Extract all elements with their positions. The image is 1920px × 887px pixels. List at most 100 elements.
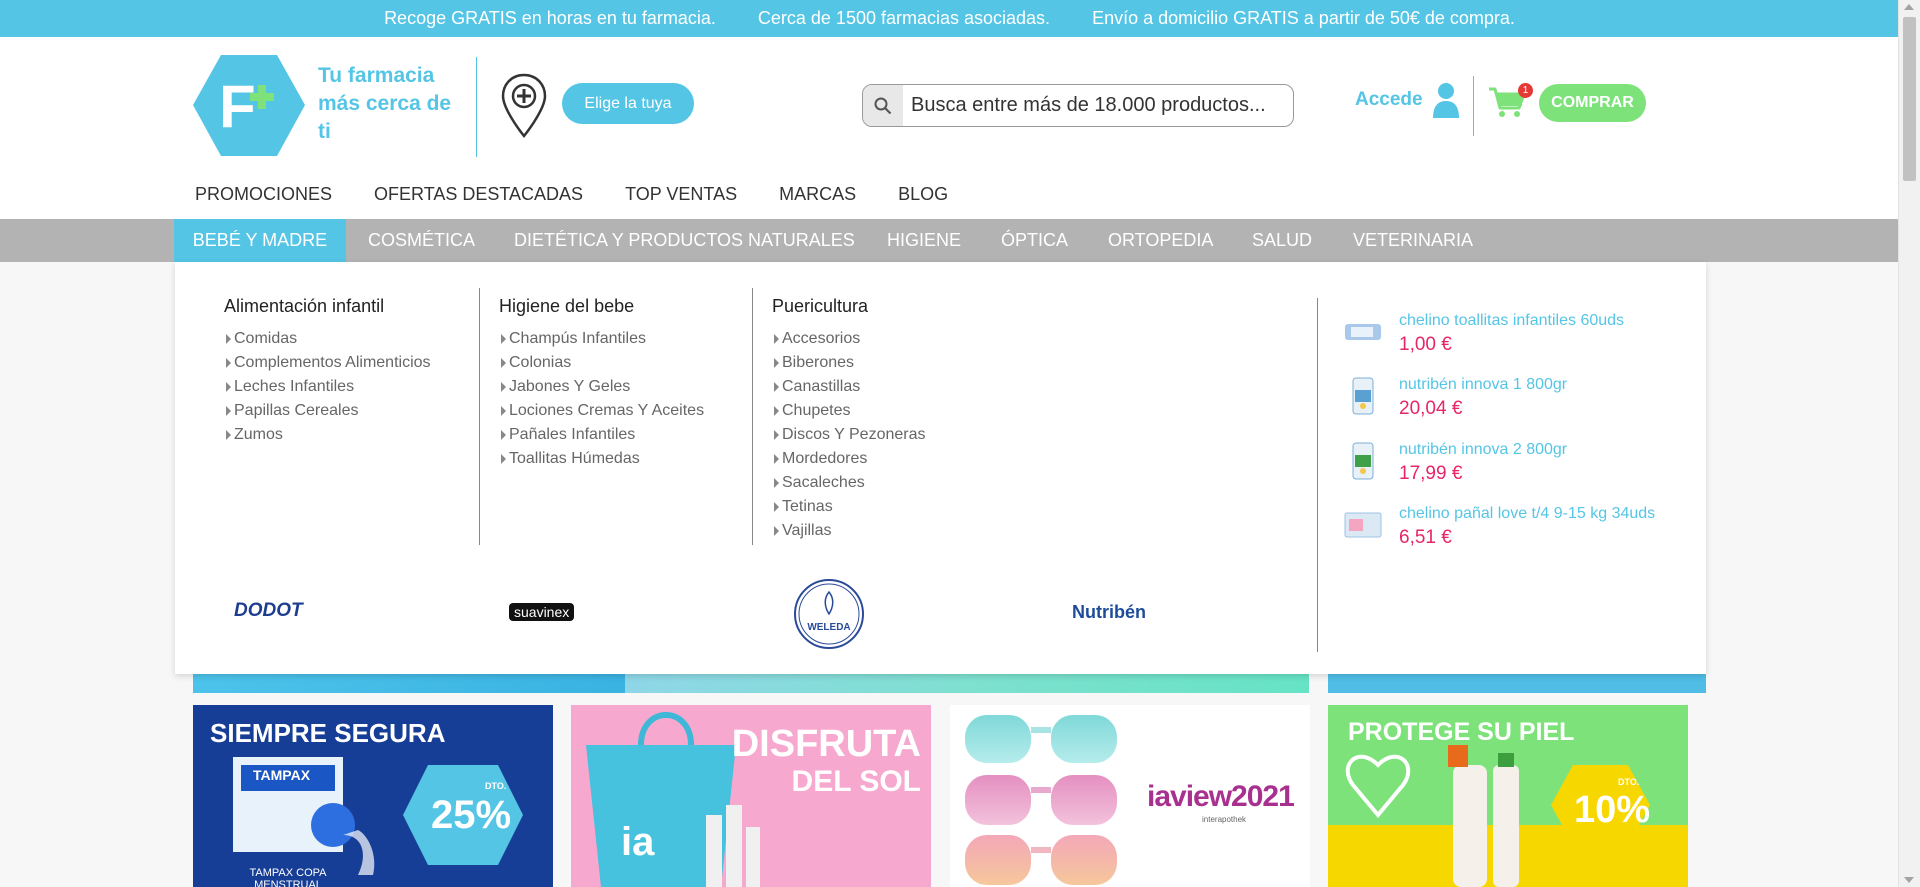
product-thumbnail[interactable] [1343, 505, 1383, 545]
location-pin-icon[interactable] [500, 72, 548, 140]
cart-count-badge: 1 [1518, 83, 1533, 98]
nav-item-top-ventas[interactable]: TOP VENTAS [625, 184, 737, 205]
logo[interactable]: F [193, 55, 305, 156]
submenu-item[interactable]: Jabones Y Geles [499, 375, 704, 399]
submenu-title[interactable]: Higiene del bebe [499, 296, 704, 317]
primary-nav: PROMOCIONES OFERTAS DESTACADAS TOP VENTA… [195, 184, 948, 205]
submenu-title[interactable]: Alimentación infantil [224, 296, 431, 317]
column-divider [479, 288, 480, 545]
scroll-up-arrow-icon[interactable] [1904, 4, 1914, 10]
category-veterinaria[interactable]: VETERINARIA [1353, 219, 1473, 262]
card-discount-label: DTO. [485, 781, 507, 791]
submenu-item[interactable]: Comidas [224, 327, 431, 351]
product-thumbnail[interactable] [1343, 376, 1383, 416]
card-subtitle: DEL SOL [791, 765, 921, 798]
weleda-text: WELEDA [807, 622, 850, 633]
card-discount-label: DTO. [1618, 777, 1640, 787]
product-thumbnail[interactable] [1343, 312, 1383, 352]
submenu-item[interactable]: Complementos Alimenticios [224, 351, 431, 375]
submenu-title[interactable]: Puericultura [772, 296, 925, 317]
submenu-item[interactable]: Tetinas [772, 495, 925, 519]
card-brand-label: TAMPAX [253, 767, 311, 783]
submenu-item[interactable]: Vajillas [772, 519, 925, 543]
card-title: PROTEGE SU PIEL [1348, 718, 1575, 746]
tagline: Tu farmacia más cerca de ti [318, 64, 452, 143]
scroll-down-arrow-icon[interactable] [1904, 877, 1914, 883]
choose-pharmacy-button[interactable]: Elige la tuya [562, 83, 694, 124]
submenu-item[interactable]: Biberones [772, 351, 925, 375]
nav-item-marcas[interactable]: MARCAS [779, 184, 856, 205]
category-salud[interactable]: SALUD [1252, 219, 1312, 262]
promo-card-iaview[interactable]: iaview2021 interapothek [950, 705, 1310, 887]
promo-card-tampax[interactable]: SIEMPRE SEGURA TAMPAX DTO. 25% TAMPAX CO… [193, 705, 553, 887]
submenu-item[interactable]: Colonias [499, 351, 704, 375]
category-dietetica[interactable]: DIETÉTICA Y PRODUCTOS NATURALES [514, 219, 855, 262]
product-price: 20,04 € [1399, 398, 1463, 419]
search-input[interactable] [903, 85, 1293, 126]
category-bebe-y-madre[interactable]: BEBÉ Y MADRE [174, 219, 346, 262]
submenu-item[interactable]: Accesorios [772, 327, 925, 351]
header-divider-right [1473, 76, 1474, 136]
nav-item-blog[interactable]: BLOG [898, 184, 948, 205]
submenu-item[interactable]: Champús Infantiles [499, 327, 704, 351]
category-optica[interactable]: ÓPTICA [1001, 219, 1068, 262]
product-price: 17,99 € [1399, 463, 1463, 484]
brand-logo-weleda[interactable]: WELEDA [793, 578, 865, 650]
header-divider [476, 57, 477, 157]
column-divider [1317, 298, 1318, 652]
promo-message-pharmacies: Cerca de 1500 farmacias asociadas. [757, 8, 1051, 28]
submenu-item[interactable]: Mordedores [772, 447, 925, 471]
submenu-item[interactable]: Canastillas [772, 375, 925, 399]
nav-item-promociones[interactable]: PROMOCIONES [195, 184, 332, 205]
card-discount: 10% [1574, 789, 1651, 831]
search-icon[interactable] [863, 85, 903, 126]
promo-card-piel[interactable]: PROTEGE SU PIEL DTO. 10% [1328, 705, 1688, 887]
submenu-item[interactable]: Papillas Cereales [224, 399, 431, 423]
card-title: DISFRUTA [731, 723, 921, 765]
user-icon[interactable] [1432, 82, 1460, 118]
nav-item-ofertas[interactable]: OFERTAS DESTACADAS [374, 184, 583, 205]
login-link[interactable]: Accede [1355, 89, 1423, 111]
submenu-item[interactable]: Pañales Infantiles [499, 423, 704, 447]
promo-bar: Recoge GRATIS en horas en tu farmacia. C… [0, 0, 1899, 37]
submenu-item[interactable]: Sacaleches [772, 471, 925, 495]
card-discount: 25% [431, 793, 512, 837]
card-title: SIEMPRE SEGURA [210, 718, 446, 748]
brand-logo-dodot[interactable]: DODOT [234, 600, 303, 622]
card-caption: TAMPAX COPA MENSTRUAL [249, 867, 327, 887]
product-thumbnail[interactable] [1343, 441, 1383, 481]
product-name[interactable]: chelino toallitas infantiles 60uds [1399, 312, 1624, 330]
svg-text:ia: ia [621, 820, 655, 864]
submenu-higiene-bebe: Higiene del bebe Champús Infantiles Colo… [499, 296, 704, 471]
submenu-item[interactable]: Zumos [224, 423, 431, 447]
submenu-item[interactable]: Toallitas Húmedas [499, 447, 704, 471]
product-price: 1,00 € [1399, 334, 1452, 355]
product-price: 6,51 € [1399, 527, 1452, 548]
product-name[interactable]: nutribén innova 2 800gr [1399, 441, 1567, 459]
svg-text:F: F [219, 73, 256, 140]
search-box[interactable] [862, 84, 1294, 127]
category-cosmetica[interactable]: COSMÉTICA [368, 219, 475, 262]
card-brand-sub: interapothek [1202, 815, 1247, 824]
buy-button[interactable]: COMPRAR [1539, 84, 1646, 122]
submenu-item[interactable]: Leches Infantiles [224, 375, 431, 399]
category-ortopedia[interactable]: ORTOPEDIA [1108, 219, 1213, 262]
column-divider [752, 288, 753, 545]
category-higiene[interactable]: HIGIENE [887, 219, 961, 262]
submenu-item[interactable]: Discos Y Pezoneras [772, 423, 925, 447]
submenu-item[interactable]: Chupetes [772, 399, 925, 423]
page-scrollbar[interactable] [1898, 0, 1920, 887]
card-brand: iaview2021 [1147, 780, 1295, 813]
category-nav: BEBÉ Y MADRE COSMÉTICA DIETÉTICA Y PRODU… [0, 219, 1899, 262]
brand-logo-suavinex[interactable]: suavinex [509, 603, 575, 621]
submenu-puericultura: Puericultura Accesorios Biberones Canast… [772, 296, 925, 543]
promo-message-shipping: Envío a domicilio GRATIS a partir de 50€… [1092, 8, 1515, 28]
submenu-item[interactable]: Lociones Cremas Y Aceites [499, 399, 704, 423]
product-name[interactable]: nutribén innova 1 800gr [1399, 376, 1567, 394]
promo-card-sol[interactable]: ia DISFRUTA DEL SOL [571, 705, 931, 887]
brand-logo-nutriben[interactable]: Nutribén [1072, 602, 1146, 623]
submenu-alimentacion: Alimentación infantil Comidas Complement… [224, 296, 431, 447]
promo-message-pickup: Recoge GRATIS en horas en tu farmacia. [384, 8, 716, 28]
product-name[interactable]: chelino pañal love t/4 9-15 kg 34uds [1399, 505, 1655, 523]
scrollbar-thumb[interactable] [1903, 17, 1916, 181]
